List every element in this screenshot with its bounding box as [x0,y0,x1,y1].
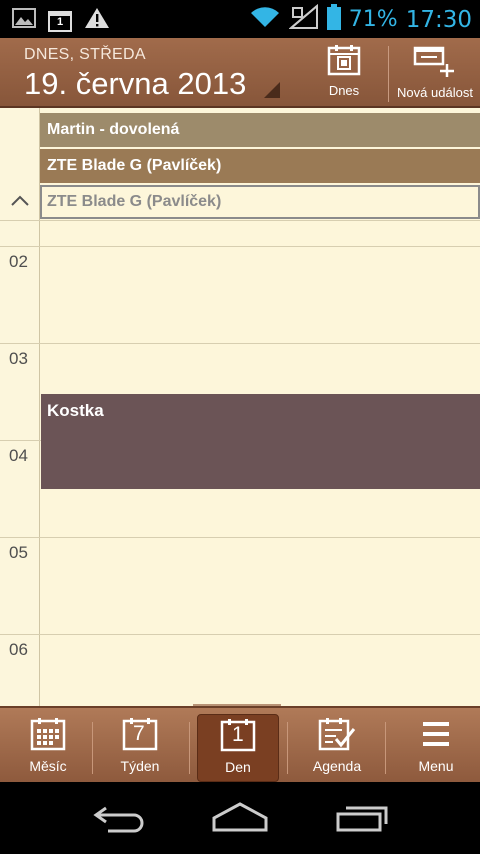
tab-divider [385,722,386,774]
all-day-event[interactable]: ZTE Blade G (Pavlíček) [40,149,480,183]
notification-count: 1 [57,15,64,28]
event-block[interactable]: Kostka [41,394,480,489]
battery-percent: 71% [348,7,398,32]
today-button[interactable]: Dnes [318,44,370,104]
calendar-notification-icon: 1 [48,10,72,32]
hour-label: 05 [9,543,28,562]
tab-week[interactable]: 7 Týden [92,708,188,784]
tab-day[interactable]: 1 Den [197,714,279,782]
tab-day-label: Den [225,759,251,775]
grid-line [0,220,480,221]
back-icon[interactable] [92,800,148,839]
tab-agenda[interactable]: Agenda [289,708,385,784]
all-day-section: Martin - dovolená ZTE Blade G (Pavlíček)… [0,108,480,220]
grid-line [0,537,480,538]
battery-icon [326,4,341,35]
week-icon: 7 [122,716,158,752]
view-tabs: Měsíc 7 Týden 1 Den Agenda Menu [0,706,480,782]
hour-label: 04 [9,446,28,465]
wifi-icon [249,5,281,34]
collapse-chevron-icon[interactable] [8,190,32,210]
day-icon-number: 1 [232,723,244,746]
tab-month-label: Měsíc [29,758,67,774]
header-day: DNES, STŘEDA [24,46,146,63]
status-bar: 1 71% 17:30 [0,0,480,38]
dropdown-corner-icon [264,82,280,98]
date-picker[interactable]: 19. června 2013 [24,66,246,102]
image-icon [12,7,36,34]
navigation-bar [0,782,480,854]
grid-line [0,246,480,247]
hour-label: 06 [9,640,28,659]
tab-menu[interactable]: Menu [388,708,480,784]
recent-apps-icon[interactable] [334,800,390,839]
header-divider [388,46,389,102]
agenda-icon [318,716,356,752]
tab-month[interactable]: Měsíc [0,708,96,784]
clock: 17:30 [405,6,472,33]
month-icon [30,716,66,752]
add-event-icon [413,44,457,81]
hour-label: 02 [9,252,28,271]
signal-icon [288,3,319,35]
new-event-button[interactable]: Nová událost [390,44,480,104]
hour-label: 03 [9,349,28,368]
grid-line [0,343,480,344]
all-day-event[interactable]: Martin - dovolená [40,113,480,147]
week-icon-number: 7 [133,722,145,745]
tab-menu-label: Menu [418,758,454,774]
menu-icon [421,716,451,752]
new-event-label: Nová událost [397,85,473,100]
warning-icon [84,7,110,34]
calendar-header: DNES, STŘEDA 19. června 2013 Dnes Nová u… [0,38,480,108]
home-icon[interactable] [210,800,270,839]
tab-divider [287,722,288,774]
tab-week-label: Týden [120,758,160,774]
tab-divider [189,722,190,774]
all-day-event[interactable]: ZTE Blade G (Pavlíček) [40,185,480,219]
grid-line [0,634,480,635]
tab-agenda-label: Agenda [312,758,362,774]
today-button-label: Dnes [328,83,360,98]
today-calendar-icon [327,44,361,79]
day-icon: 1 [220,717,256,753]
day-view[interactable]: Martin - dovolená ZTE Blade G (Pavlíček)… [0,108,480,706]
